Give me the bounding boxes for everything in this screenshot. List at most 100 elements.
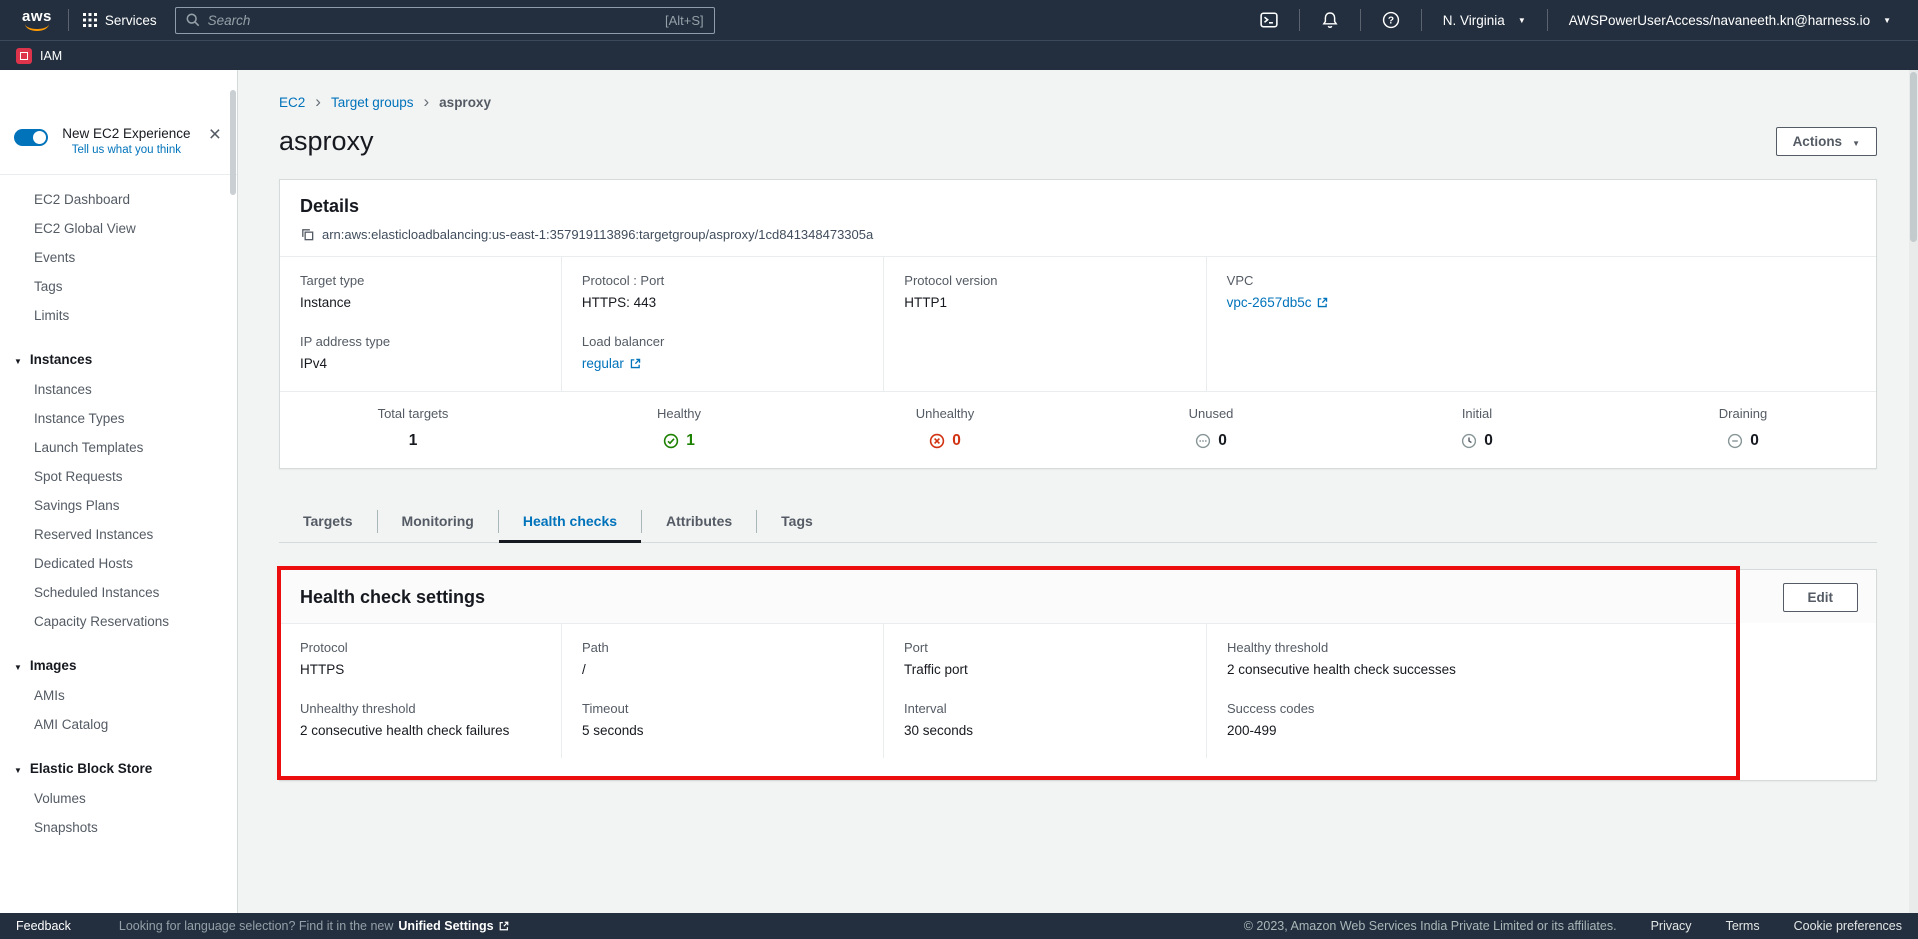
chevron-down-icon [14, 658, 22, 673]
feedback-link[interactable]: Feedback [16, 919, 71, 933]
edit-button-label: Edit [1808, 590, 1834, 605]
sidebar-item-instances[interactable]: Instances [0, 375, 237, 404]
cookie-preferences-link[interactable]: Cookie preferences [1794, 919, 1902, 933]
copy-icon[interactable] [300, 227, 315, 242]
sidebar-section-images[interactable]: Images [0, 650, 237, 681]
sidebar-item-instance-types[interactable]: Instance Types [0, 404, 237, 433]
search-icon [186, 13, 200, 27]
sidebar-item-ami-catalog[interactable]: AMI Catalog [0, 710, 237, 739]
new-experience-label: New EC2 Experience [58, 126, 195, 141]
unused-ellipsis-icon [1195, 433, 1211, 449]
sidebar-item-limits[interactable]: Limits [0, 301, 237, 330]
sidebar-item-ec2-global-view[interactable]: EC2 Global View [0, 214, 237, 243]
sidebar-item-launch-templates[interactable]: Launch Templates [0, 433, 237, 462]
notifications-button[interactable] [1306, 11, 1354, 29]
sidebar-item-ec2-dashboard[interactable]: EC2 Dashboard [0, 185, 237, 214]
stat-unused: Unused 0 [1078, 406, 1344, 450]
help-icon: ? [1382, 11, 1400, 29]
cloudshell-button[interactable] [1245, 11, 1293, 29]
breadcrumb-separator-icon [315, 95, 321, 110]
aws-smile-icon [25, 24, 49, 31]
load-balancer-link[interactable]: regular [582, 356, 863, 371]
topbar-divider [1299, 9, 1300, 31]
sidebar-item-capacity-reservations[interactable]: Capacity Reservations [0, 607, 237, 636]
field-value: Instance [300, 295, 541, 310]
health-check-column: Healthy threshold2 consecutive health ch… [1206, 624, 1737, 758]
sidebar-section-ebs[interactable]: Elastic Block Store [0, 753, 237, 784]
breadcrumb-separator-icon [424, 95, 430, 110]
details-title: Details [300, 196, 1856, 217]
account-label: AWSPowerUserAccess/navaneeth.kn@harness.… [1569, 13, 1870, 28]
sidebar-section-instances[interactable]: Instances [0, 344, 237, 375]
tab-monitoring[interactable]: Monitoring [378, 501, 498, 543]
stat-label: Total targets [280, 406, 546, 421]
stat-label: Initial [1344, 406, 1610, 421]
field-value: 2 consecutive health check successes [1227, 662, 1717, 677]
field-label: IP address type [300, 334, 541, 349]
details-column: Protocol : PortHTTPS: 443 Load balancer … [561, 257, 883, 391]
field-label: Target type [300, 273, 541, 288]
breadcrumb-target-groups-link[interactable]: Target groups [331, 95, 414, 110]
search-input[interactable] [208, 13, 657, 28]
account-menu[interactable]: AWSPowerUserAccess/navaneeth.kn@harness.… [1554, 13, 1906, 28]
sidebar-item-spot-requests[interactable]: Spot Requests [0, 462, 237, 491]
tab-targets[interactable]: Targets [279, 501, 377, 543]
field-label: Protocol : Port [582, 273, 863, 288]
field-label: Load balancer [582, 334, 863, 349]
details-card: Details arn:aws:elasticloadbalancing:us-… [279, 179, 1877, 469]
privacy-link[interactable]: Privacy [1651, 919, 1692, 933]
vpc-link[interactable]: vpc-2657db5c [1227, 295, 1856, 310]
tell-us-link[interactable]: Tell us what you think [58, 144, 195, 156]
help-button[interactable]: ? [1367, 11, 1415, 29]
region-label: N. Virginia [1443, 13, 1505, 28]
chevron-down-icon [14, 352, 22, 367]
toggle-knob [33, 131, 46, 144]
sidebar-item-tags[interactable]: Tags [0, 272, 237, 301]
sidebar-scrollbar[interactable] [230, 90, 236, 195]
close-icon[interactable]: × [205, 126, 225, 144]
field-value: 200-499 [1227, 723, 1717, 738]
field-label: Protocol version [904, 273, 1185, 288]
global-search[interactable]: [Alt+S] [175, 7, 715, 34]
sidebar-item-snapshots[interactable]: Snapshots [0, 813, 237, 842]
sidebar-item-volumes[interactable]: Volumes [0, 784, 237, 813]
services-menu-button[interactable]: Services [75, 9, 165, 32]
breadcrumb: EC2 Target groups asproxy [279, 95, 1877, 110]
sidebar-item-savings-plans[interactable]: Savings Plans [0, 491, 237, 520]
region-selector[interactable]: N. Virginia [1428, 13, 1541, 28]
tab-tags[interactable]: Tags [757, 501, 837, 543]
field-value: HTTP1 [904, 295, 1185, 310]
stat-label: Unused [1078, 406, 1344, 421]
main-content: EC2 Target groups asproxy asproxy Action… [238, 70, 1918, 913]
new-experience-block: New EC2 Experience Tell us what you thin… [14, 126, 225, 156]
sidebar-item-events[interactable]: Events [0, 243, 237, 272]
sidebar-item-amis[interactable]: AMIs [0, 681, 237, 710]
field-label: Interval [904, 701, 1186, 716]
sidebar-item-reserved-instances[interactable]: Reserved Instances [0, 520, 237, 549]
terms-link[interactable]: Terms [1726, 919, 1760, 933]
aws-logo[interactable]: aws [12, 10, 62, 31]
stat-value: 1 [409, 432, 418, 450]
unified-settings-label: Unified Settings [398, 919, 493, 933]
unified-settings-link[interactable]: Unified Settings [398, 919, 509, 933]
new-experience-toggle[interactable] [14, 129, 48, 146]
sidebar-item-scheduled-instances[interactable]: Scheduled Instances [0, 578, 237, 607]
edit-button[interactable]: Edit [1783, 583, 1859, 612]
stat-initial: Initial 0 [1344, 406, 1610, 450]
breadcrumb-ec2-link[interactable]: EC2 [279, 95, 305, 110]
main-scrollbar[interactable] [1909, 70, 1918, 913]
favorite-iam-link[interactable]: IAM [40, 49, 62, 63]
language-note-text: Looking for language selection? Find it … [119, 919, 394, 933]
health-check-column: ProtocolHTTPS Unhealthy threshold2 conse… [280, 624, 561, 758]
stat-value: 1 [686, 432, 695, 450]
favorites-bar: IAM [0, 40, 1918, 70]
main-scrollbar-thumb[interactable] [1910, 72, 1917, 242]
external-link-icon [629, 357, 642, 370]
health-check-settings-card: Health check settings Edit ProtocolHTTPS… [279, 569, 1877, 781]
vpc-link-label: vpc-2657db5c [1227, 295, 1312, 310]
actions-button[interactable]: Actions [1776, 127, 1877, 156]
sidebar-item-dedicated-hosts[interactable]: Dedicated Hosts [0, 549, 237, 578]
tab-attributes[interactable]: Attributes [642, 501, 756, 543]
svg-text:?: ? [1388, 15, 1394, 26]
tab-health-checks[interactable]: Health checks [499, 501, 641, 543]
